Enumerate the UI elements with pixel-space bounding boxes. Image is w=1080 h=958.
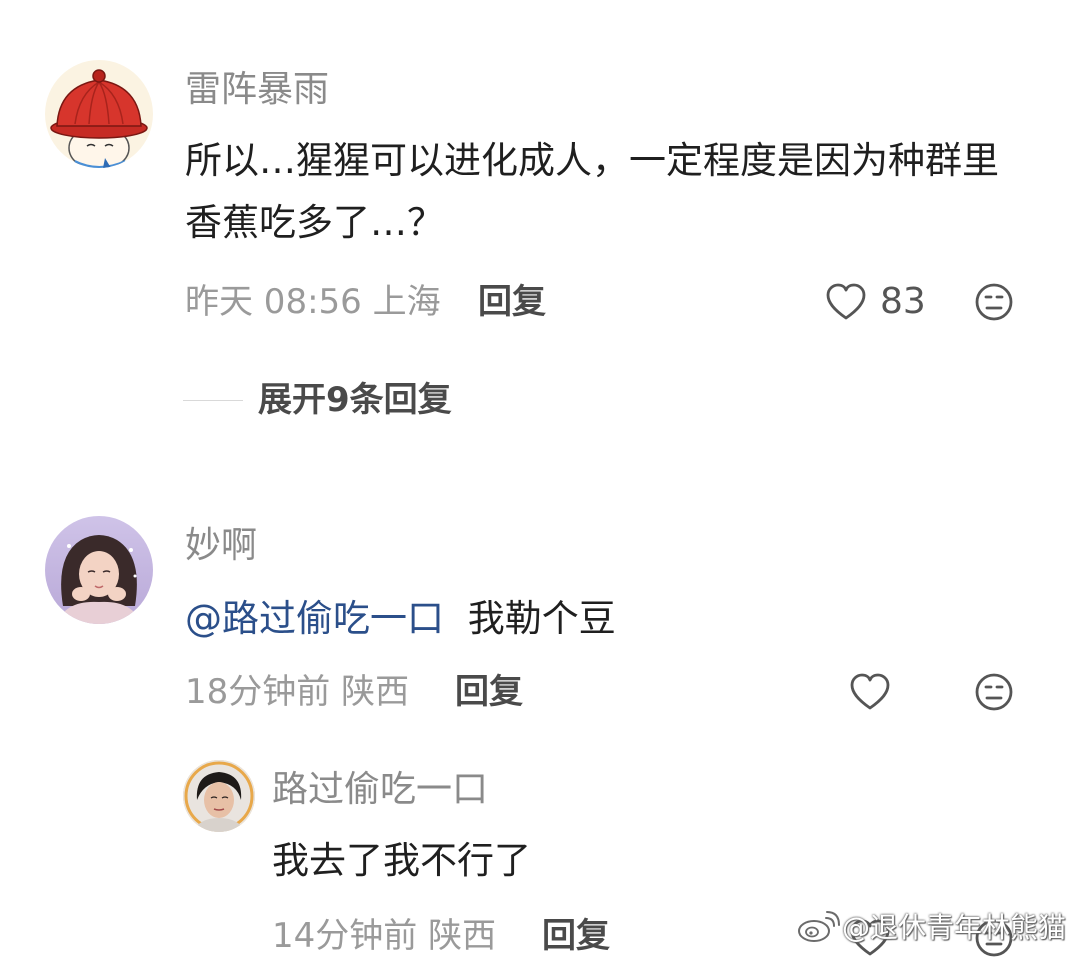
reply-button[interactable]: 回复	[542, 914, 610, 958]
comment-location: 陕西	[428, 916, 497, 956]
username[interactable]: 雷阵暴雨	[185, 68, 329, 112]
comment-meta: 昨天 08:56 上海	[185, 280, 441, 324]
comment-location: 陕西	[341, 672, 410, 712]
expand-divider	[183, 400, 243, 401]
avatar[interactable]	[45, 60, 153, 168]
comment-meta: 18分钟前 陕西	[185, 670, 409, 714]
avatar[interactable]	[45, 516, 153, 624]
username[interactable]: 路过偷吃一口	[272, 768, 488, 812]
heart-icon[interactable]	[849, 672, 891, 712]
dislike-face-icon[interactable]	[974, 282, 1014, 322]
comment-text: 所以…猩猩可以进化成人，一定程度是因为种群里香蕉吃多了…？	[185, 139, 999, 244]
red-hat-avatar-icon	[45, 60, 153, 168]
comment-text: @路过偷吃一口 我勒个豆	[185, 588, 1035, 650]
username[interactable]: 妙啊	[185, 524, 257, 568]
comment-time: 18分钟前	[185, 672, 331, 712]
mention-link[interactable]: @路过偷吃一口	[185, 597, 444, 640]
watermark-text: @退休青年林熊猫	[842, 911, 1067, 944]
comment-time: 昨天 08:56	[185, 282, 362, 322]
comment-meta: 14分钟前 陕西	[272, 914, 496, 958]
woman-photo-avatar-icon	[183, 760, 255, 832]
dislike-face-icon[interactable]	[974, 672, 1014, 712]
weibo-logo-icon	[796, 910, 840, 944]
comment-text: 我去了我不行了	[272, 839, 531, 882]
girl-photo-avatar-icon	[45, 516, 153, 624]
comment-body: 我勒个豆	[467, 597, 616, 640]
like-count: 83	[880, 281, 926, 322]
comment-location: 上海	[372, 282, 441, 322]
reply-button[interactable]: 回复	[478, 280, 546, 324]
comment-time: 14分钟前	[272, 916, 418, 956]
reply-button[interactable]: 回复	[455, 670, 523, 714]
avatar[interactable]	[183, 760, 255, 832]
expand-replies-button[interactable]: 展开9条回复	[258, 378, 452, 422]
heart-icon[interactable]	[825, 282, 867, 322]
